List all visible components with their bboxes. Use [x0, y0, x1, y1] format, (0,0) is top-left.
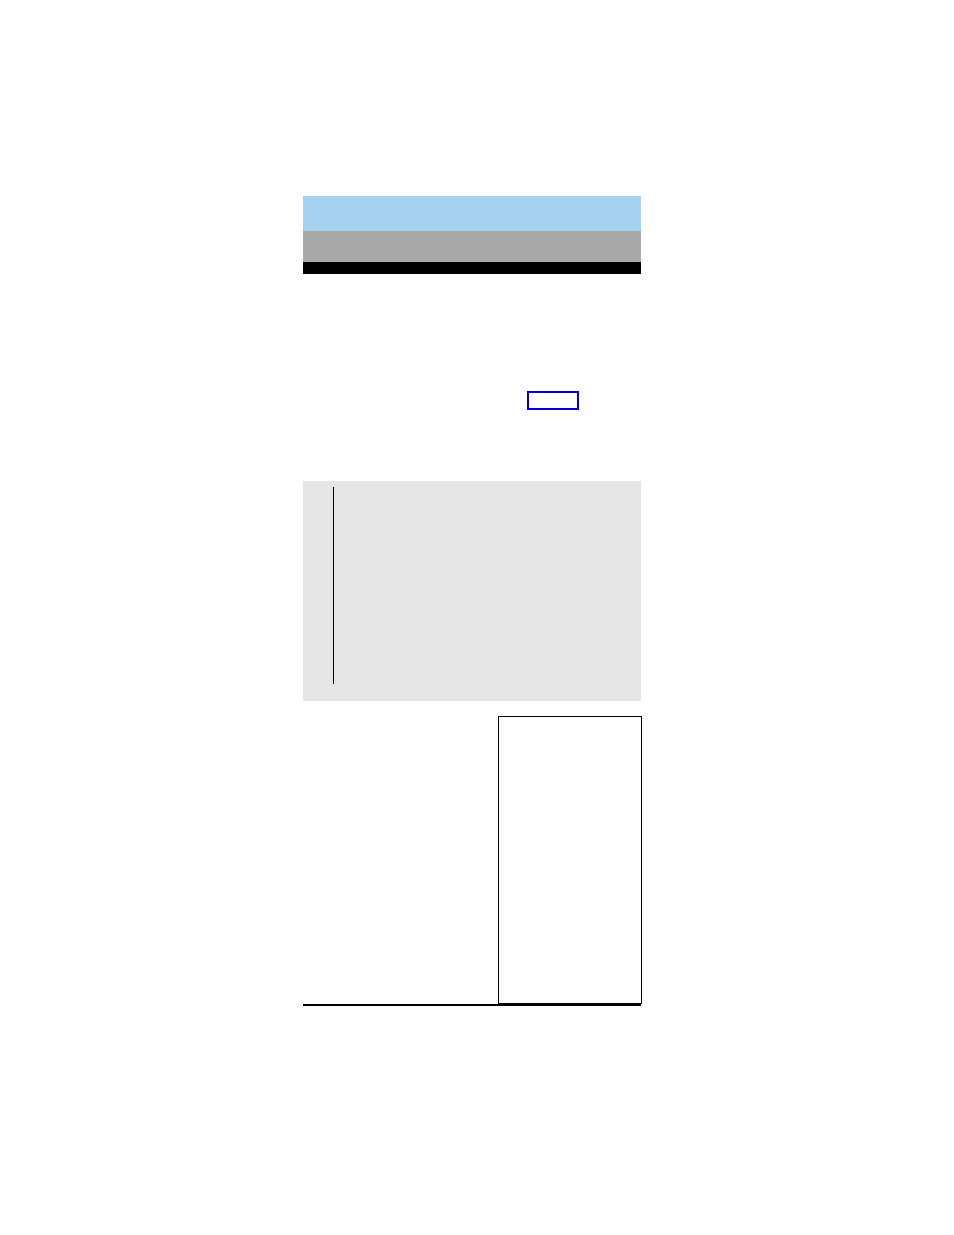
header-band-black — [303, 262, 641, 274]
horizontal-rule — [303, 1004, 641, 1006]
note-panel — [303, 481, 641, 701]
figure-placeholder-box — [498, 716, 642, 1004]
header-band-gray — [303, 231, 641, 262]
cross-reference-link[interactable] — [527, 391, 579, 410]
document-page — [0, 0, 954, 1235]
note-panel-vrule — [333, 487, 334, 684]
header-band-blue — [303, 196, 641, 231]
